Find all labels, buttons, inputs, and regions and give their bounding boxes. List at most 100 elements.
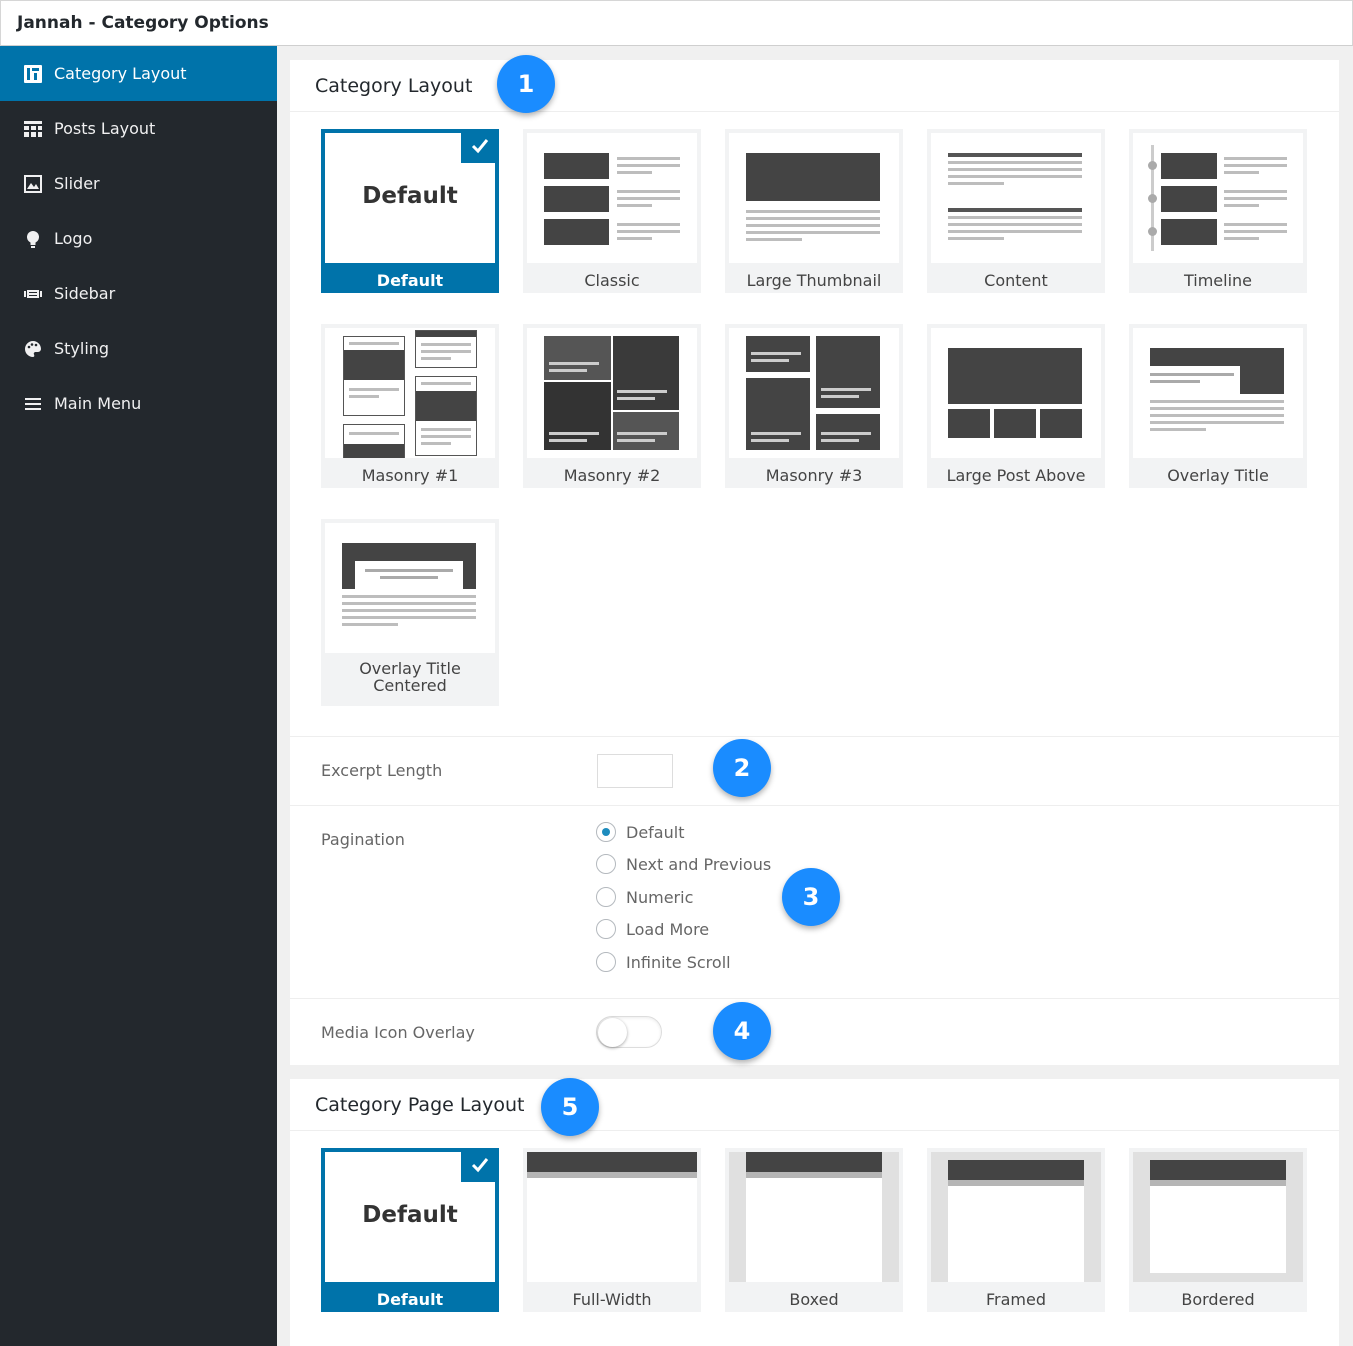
pagination-option-default[interactable]: Default	[596, 822, 684, 842]
option-label: Masonry #3	[765, 466, 863, 485]
large-thumbnail-thumbnail	[729, 133, 899, 263]
sidebar-item-sidebar[interactable]: Sidebar	[0, 266, 277, 321]
sidebar-item-label: Styling	[54, 339, 110, 358]
pagination-option-numeric[interactable]: Numeric	[596, 887, 693, 907]
page-layout-option-bordered[interactable]: Bordered	[1129, 1148, 1307, 1312]
option-label: Default	[376, 1290, 444, 1309]
page-layout-option-framed[interactable]: Framed	[927, 1148, 1105, 1312]
slider-icon	[22, 173, 43, 194]
sidebar-item-slider[interactable]: Slider	[0, 156, 277, 211]
panel-header: Category Page Layout	[290, 1079, 1339, 1131]
option-label: Default	[376, 271, 444, 290]
full-width-thumbnail	[527, 1152, 697, 1282]
option-label: Full-Width	[572, 1290, 652, 1309]
masonry-1-thumbnail	[325, 328, 495, 458]
option-label: Content	[984, 271, 1048, 290]
sidebar-item-label: Sidebar	[54, 284, 116, 303]
toggle-knob	[598, 1018, 627, 1047]
panel-title: Category Layout	[315, 75, 473, 97]
radio-icon	[596, 952, 616, 972]
lightbulb-icon	[22, 228, 43, 249]
layout-option-overlay-title[interactable]: Overlay Title	[1129, 324, 1307, 488]
layout-option-large-post-above[interactable]: Large Post Above	[927, 324, 1105, 488]
option-label: Timeline	[1183, 271, 1253, 290]
default-thumb-text: Default	[362, 183, 458, 209]
layout-option-content[interactable]: Content	[927, 129, 1105, 293]
checkmark-icon	[461, 1148, 499, 1182]
page-layout-option-default[interactable]: Default Default	[321, 1148, 499, 1312]
sidebar-item-styling[interactable]: Styling	[0, 321, 277, 376]
option-label: Classic	[584, 271, 640, 290]
excerpt-length-label: Excerpt Length	[321, 761, 443, 780]
option-label: Masonry #1	[361, 466, 459, 485]
radio-icon	[596, 854, 616, 874]
option-label: Boxed	[789, 1290, 839, 1309]
media-icon-overlay-label: Media Icon Overlay	[321, 1023, 475, 1042]
radio-label: Numeric	[626, 887, 694, 907]
overlay-title-centered-thumbnail	[325, 523, 495, 653]
grid-icon	[22, 118, 43, 139]
option-label: Overlay Title Centered	[359, 659, 461, 695]
checkmark-icon	[461, 129, 499, 163]
bordered-thumbnail	[1133, 1152, 1303, 1282]
page-layout-option-boxed[interactable]: Boxed	[725, 1148, 903, 1312]
page-layout-option-full-width[interactable]: Full-Width	[523, 1148, 701, 1312]
callout-badge: 3	[782, 868, 840, 926]
pagination-label: Pagination	[321, 830, 405, 849]
radio-label: Load More	[626, 919, 710, 939]
pagination-option-load-more[interactable]: Load More	[596, 919, 709, 939]
radio-label: Default	[626, 822, 685, 842]
radio-label: Next and Previous	[626, 854, 772, 874]
category-layout-panel: Category Layout 1 Default Default Classi…	[290, 55, 1339, 1065]
sidebar: Category Layout Posts Layout Slider Logo…	[0, 46, 277, 1346]
callout-badge: 5	[541, 1078, 599, 1136]
layout-option-overlay-title-centered[interactable]: Overlay Title Centered	[321, 519, 499, 706]
radio-icon	[596, 919, 616, 939]
panel-header: Category Layout	[290, 60, 1339, 112]
layout-option-masonry-1[interactable]: Masonry #1	[321, 324, 499, 488]
timeline-thumbnail	[1133, 133, 1303, 263]
window-title: Jannah - Category Options	[17, 13, 269, 33]
excerpt-length-row: Excerpt Length 2	[290, 737, 1339, 805]
option-label: Large Thumbnail	[746, 271, 882, 290]
sidebar-item-label: Main Menu	[54, 394, 142, 413]
option-label: Large Post Above	[946, 466, 1086, 485]
media-icon-overlay-toggle[interactable]	[596, 1016, 662, 1048]
boxed-thumbnail	[729, 1152, 899, 1282]
sidebar-item-logo[interactable]: Logo	[0, 211, 277, 266]
panel-title: Category Page Layout	[315, 1094, 525, 1116]
radio-label: Infinite Scroll	[626, 952, 731, 972]
layout-option-large-thumbnail[interactable]: Large Thumbnail	[725, 129, 903, 293]
classic-thumbnail	[527, 133, 697, 263]
radio-icon	[596, 887, 616, 907]
option-label: Overlay Title	[1167, 466, 1269, 485]
layout-option-default[interactable]: Default Default	[321, 129, 499, 293]
pagination-option-next-previous[interactable]: Next and Previous	[596, 854, 771, 874]
category-page-layout-panel: Category Page Layout 5 Default Default F…	[290, 1078, 1339, 1346]
callout-badge: 4	[713, 1002, 771, 1060]
layout-option-masonry-3[interactable]: Masonry #3	[725, 324, 903, 488]
sidebar-item-posts-layout[interactable]: Posts Layout	[0, 101, 277, 156]
sidebar-item-label: Category Layout	[54, 64, 187, 83]
sidebar-item-main-menu[interactable]: Main Menu	[0, 376, 277, 431]
media-icon-overlay-row: Media Icon Overlay 4	[290, 999, 1339, 1065]
sidebar-icon	[22, 283, 43, 304]
framed-thumbnail	[931, 1152, 1101, 1282]
pagination-option-infinite-scroll[interactable]: Infinite Scroll	[596, 952, 731, 972]
sidebar-item-label: Logo	[54, 229, 93, 248]
layout-option-masonry-2[interactable]: Masonry #2	[523, 324, 701, 488]
radio-checked-icon	[596, 822, 616, 842]
layout-icon	[22, 63, 43, 84]
sidebar-item-category-layout[interactable]: Category Layout	[0, 46, 277, 101]
masonry-2-thumbnail	[527, 328, 697, 458]
content-thumbnail	[931, 133, 1101, 263]
callout-badge: 2	[713, 739, 771, 797]
sidebar-item-label: Posts Layout	[54, 119, 156, 138]
sidebar-item-label: Slider	[54, 174, 100, 193]
option-label: Masonry #2	[563, 466, 661, 485]
layout-option-timeline[interactable]: Timeline	[1129, 129, 1307, 293]
pagination-row: Pagination Default Next and Previous Num…	[290, 806, 1339, 998]
excerpt-length-input[interactable]	[597, 754, 673, 788]
large-post-above-thumbnail	[931, 328, 1101, 458]
layout-option-classic[interactable]: Classic	[523, 129, 701, 293]
